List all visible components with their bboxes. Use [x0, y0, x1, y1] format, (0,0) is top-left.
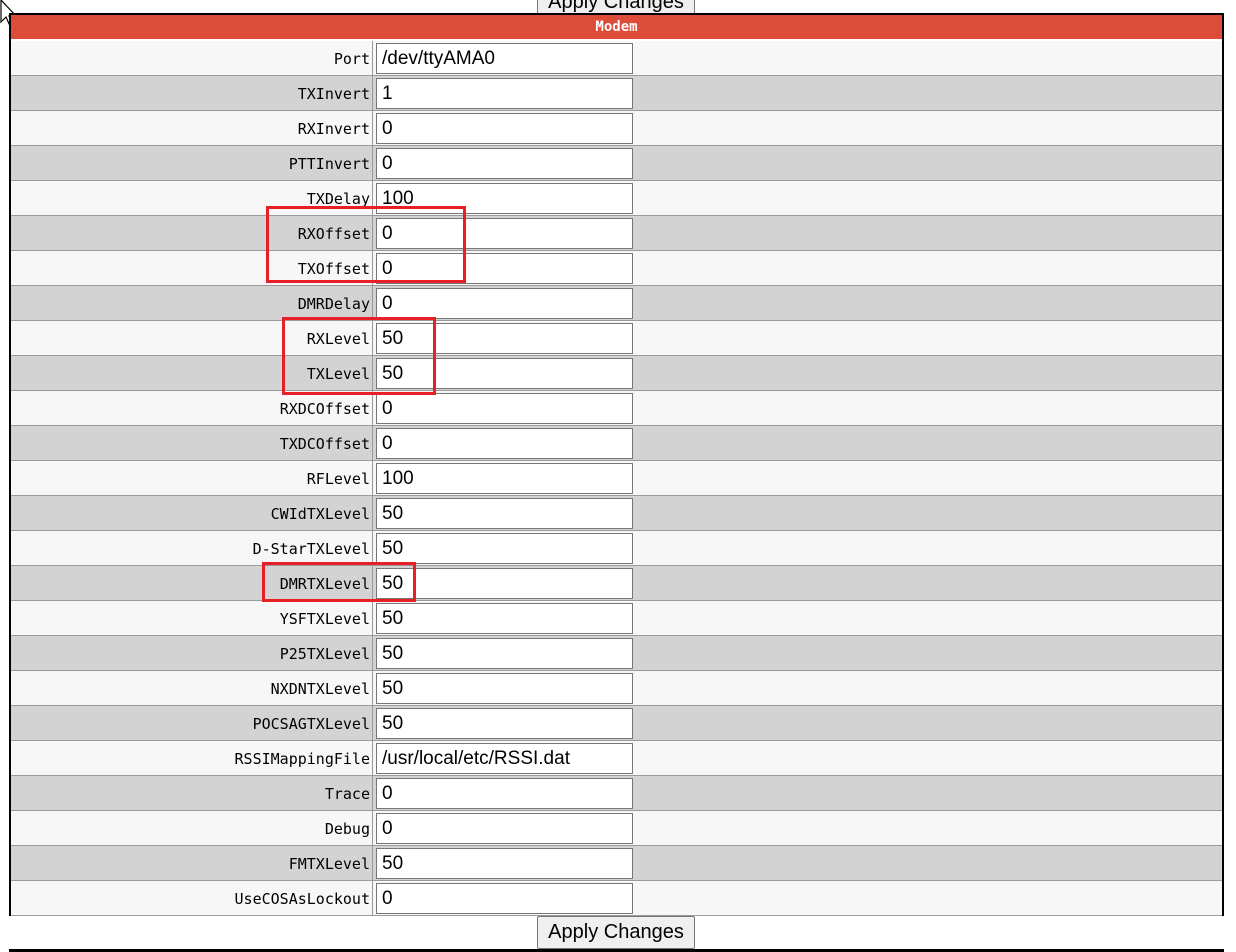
field-label: NXDNTXLevel: [11, 671, 373, 706]
field-input-trace[interactable]: [376, 778, 633, 809]
field-label: RXDCOffset: [11, 391, 373, 426]
field-label: RXInvert: [11, 111, 373, 146]
field-row-ysftxlevel: YSFTXLevel: [11, 601, 1222, 636]
field-label: Port: [11, 41, 373, 76]
field-label: D-StarTXLevel: [11, 531, 373, 566]
field-row-usecosaslockout: UseCOSAsLockout: [11, 881, 1222, 916]
field-input-txoffset[interactable]: [376, 253, 633, 284]
field-row-debug: Debug: [11, 811, 1222, 846]
field-row-pttinvert: PTTInvert: [11, 146, 1222, 181]
field-input-pocsagtxlevel[interactable]: [376, 708, 633, 739]
top-apply-wrap: Apply Changes: [537, 0, 695, 19]
field-row-nxdntxlevel: NXDNTXLevel: [11, 671, 1222, 706]
field-input-rssimappingfile[interactable]: [376, 743, 633, 774]
field-label: RFLevel: [11, 461, 373, 496]
field-row-txlevel: TXLevel: [11, 356, 1222, 391]
field-row-dmrtxlevel: DMRTXLevel: [11, 566, 1222, 601]
field-row-rflevel: RFLevel: [11, 461, 1222, 496]
field-input-rxlevel[interactable]: [376, 323, 633, 354]
field-row-rssimappingfile: RSSIMappingFile: [11, 741, 1222, 776]
field-input-cwidtxlevel[interactable]: [376, 498, 633, 529]
field-row-dmrdelay: DMRDelay: [11, 286, 1222, 321]
field-input-dmrdelay[interactable]: [376, 288, 633, 319]
field-label: RSSIMappingFile: [11, 741, 373, 776]
field-input-port[interactable]: [376, 43, 633, 74]
field-input-usecosaslockout[interactable]: [376, 883, 633, 914]
field-input-p25txlevel[interactable]: [376, 638, 633, 669]
field-row-txinvert: TXInvert: [11, 76, 1222, 111]
field-input-rxinvert[interactable]: [376, 113, 633, 144]
field-row-p25txlevel: P25TXLevel: [11, 636, 1222, 671]
field-label: CWIdTXLevel: [11, 496, 373, 531]
field-input-txdelay[interactable]: [376, 183, 633, 214]
apply-changes-button-bottom[interactable]: Apply Changes: [537, 916, 695, 949]
field-label: Trace: [11, 776, 373, 811]
field-input-txinvert[interactable]: [376, 78, 633, 109]
bottom-apply-wrap: Apply Changes: [537, 916, 695, 949]
field-row-pocsagtxlevel: POCSAGTXLevel: [11, 706, 1222, 741]
field-row-txdcoffset: TXDCOffset: [11, 426, 1222, 461]
field-row-port: Port: [11, 41, 1222, 76]
field-label: TXLevel: [11, 356, 373, 391]
field-row-rxlevel: RXLevel: [11, 321, 1222, 356]
field-input-nxdntxlevel[interactable]: [376, 673, 633, 704]
field-row-rxoffset: RXOffset: [11, 216, 1222, 251]
field-label: TXDelay: [11, 181, 373, 216]
field-input-debug[interactable]: [376, 813, 633, 844]
field-label: RXLevel: [11, 321, 373, 356]
field-input-txlevel[interactable]: [376, 358, 633, 389]
field-input-d-startxlevel[interactable]: [376, 533, 633, 564]
modem-config-panel: Modem PortTXInvertRXInvertPTTInvertTXDel…: [9, 13, 1224, 916]
field-label: PTTInvert: [11, 146, 373, 181]
field-label: TXInvert: [11, 76, 373, 111]
field-label: RXOffset: [11, 216, 373, 251]
field-label: P25TXLevel: [11, 636, 373, 671]
field-input-dmrtxlevel[interactable]: [376, 568, 633, 599]
field-row-fmtxlevel: FMTXLevel: [11, 846, 1222, 881]
field-label: UseCOSAsLockout: [11, 881, 373, 916]
field-row-rxinvert: RXInvert: [11, 111, 1222, 146]
field-input-rxdcoffset[interactable]: [376, 393, 633, 424]
field-row-rxdcoffset: RXDCOffset: [11, 391, 1222, 426]
modem-field-list: PortTXInvertRXInvertPTTInvertTXDelayRXOf…: [11, 41, 1222, 916]
field-label: FMTXLevel: [11, 846, 373, 881]
field-input-ysftxlevel[interactable]: [376, 603, 633, 634]
field-label: YSFTXLevel: [11, 601, 373, 636]
field-row-txoffset: TXOffset: [11, 251, 1222, 286]
field-input-pttinvert[interactable]: [376, 148, 633, 179]
field-row-txdelay: TXDelay: [11, 181, 1222, 216]
field-label: DMRDelay: [11, 286, 373, 321]
field-input-txdcoffset[interactable]: [376, 428, 633, 459]
field-input-rxoffset[interactable]: [376, 218, 633, 249]
field-row-trace: Trace: [11, 776, 1222, 811]
field-label: Debug: [11, 811, 373, 846]
field-row-cwidtxlevel: CWIdTXLevel: [11, 496, 1222, 531]
section-title: Modem: [11, 15, 1222, 39]
field-label: TXDCOffset: [11, 426, 373, 461]
field-input-rflevel[interactable]: [376, 463, 633, 494]
field-label: POCSAGTXLevel: [11, 706, 373, 741]
field-row-d-startxlevel: D-StarTXLevel: [11, 531, 1222, 566]
field-label: DMRTXLevel: [11, 566, 373, 601]
field-label: TXOffset: [11, 251, 373, 286]
field-input-fmtxlevel[interactable]: [376, 848, 633, 879]
